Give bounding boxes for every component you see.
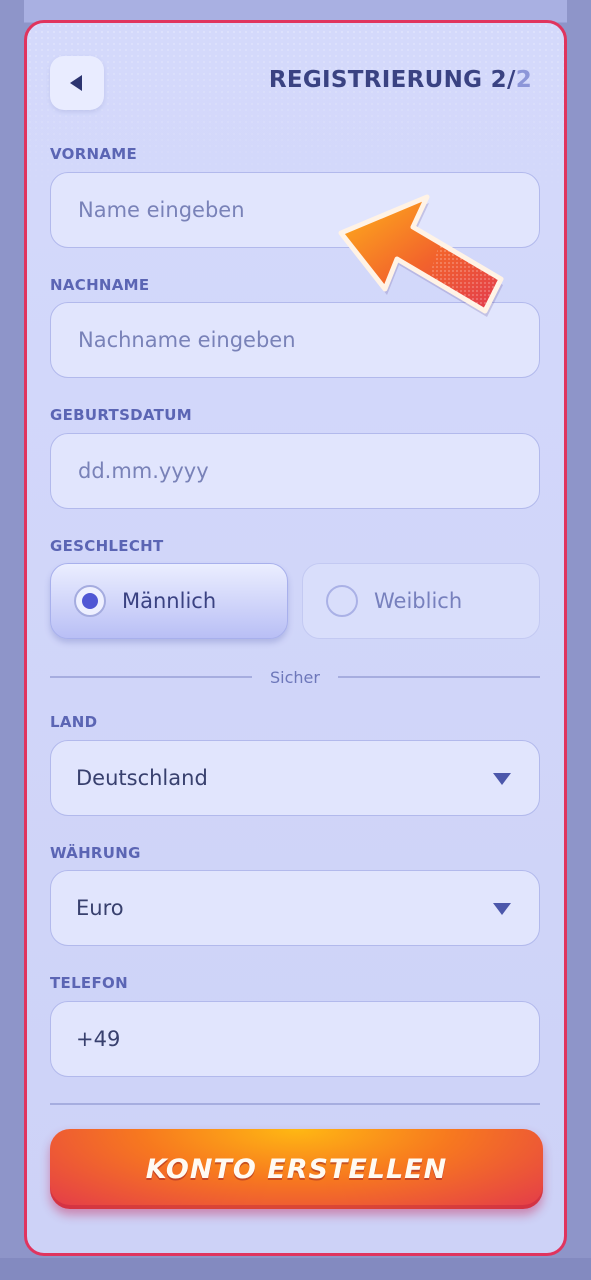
phone-field[interactable]: +49 xyxy=(50,1001,540,1077)
chevron-down-icon xyxy=(493,773,511,785)
radio-selected-dot xyxy=(82,593,98,609)
back-button[interactable] xyxy=(50,56,104,110)
phone-label: TELEFON xyxy=(50,974,128,992)
secure-divider-text: Sicher xyxy=(270,667,320,687)
chevron-left-icon xyxy=(70,75,82,91)
birthdate-input[interactable] xyxy=(76,458,539,484)
background-panel-bottom xyxy=(0,1258,591,1280)
radio-button-icon xyxy=(74,585,106,617)
birthdate-field[interactable] xyxy=(50,433,540,509)
last-name-label: NACHNAME xyxy=(50,276,150,294)
phone-value: +49 xyxy=(76,1027,121,1051)
create-account-label: KONTO ERSTELLEN xyxy=(145,1153,448,1185)
country-select[interactable]: Deutschland xyxy=(50,740,540,816)
currency-label: WÄHRUNG xyxy=(50,844,141,862)
page-title: REGISTRIERUNG 2/2 xyxy=(269,67,532,93)
arrow-pointer-icon xyxy=(333,191,513,331)
create-account-button[interactable]: KONTO ERSTELLEN xyxy=(50,1129,543,1209)
chevron-down-icon xyxy=(493,903,511,915)
gender-option-label: Männlich xyxy=(122,589,217,613)
currency-select[interactable]: Euro xyxy=(50,870,540,946)
step-total: 2 xyxy=(515,67,532,93)
first-name-label: VORNAME xyxy=(50,145,138,163)
secure-divider: Sicher xyxy=(50,668,540,687)
birthdate-label: GEBURTSDATUM xyxy=(50,406,192,424)
divider-line xyxy=(337,676,540,678)
gender-option-female[interactable]: Weiblich xyxy=(302,563,540,639)
currency-value: Euro xyxy=(76,896,124,920)
page-title-text: REGISTRIERUNG 2/ xyxy=(268,67,516,93)
divider-line xyxy=(50,1103,540,1105)
divider-line xyxy=(50,676,253,678)
gender-label: GESCHLECHT xyxy=(50,537,164,555)
gender-option-male[interactable]: Männlich xyxy=(50,563,288,639)
registration-card: REGISTRIERUNG 2/2 VORNAME NACHNAME GEBUR… xyxy=(24,20,567,1256)
country-label: LAND xyxy=(50,713,98,731)
gender-option-label: Weiblich xyxy=(374,589,463,613)
country-value: Deutschland xyxy=(76,766,208,790)
radio-button-icon xyxy=(326,585,358,617)
